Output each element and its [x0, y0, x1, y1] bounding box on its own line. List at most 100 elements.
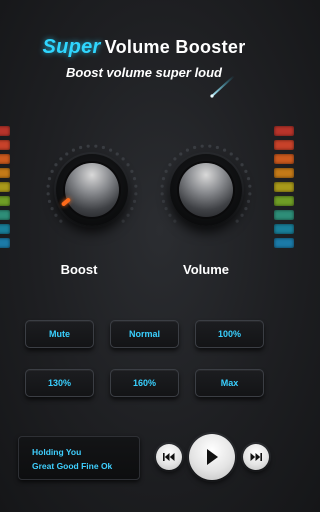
- knob-tick: [126, 163, 130, 167]
- knob-tick: [164, 169, 168, 174]
- knob-tick: [54, 163, 58, 167]
- knob-tick: [59, 157, 63, 161]
- meter-segment: [0, 182, 10, 192]
- knob-tick: [240, 213, 244, 217]
- knob-tick: [71, 148, 76, 152]
- knob-tick: [248, 192, 252, 196]
- knob-tick: [79, 145, 83, 150]
- knob-tick: [50, 206, 54, 211]
- knob-tick: [246, 177, 251, 181]
- meter-segment: [274, 168, 294, 178]
- app-title-rest: Volume Booster: [104, 37, 246, 57]
- knob-tick: [115, 152, 119, 156]
- preset-max-button[interactable]: Max: [195, 369, 264, 397]
- meter-segment: [274, 140, 294, 150]
- knob-tick: [121, 219, 125, 223]
- app-title: Super Volume Booster: [0, 36, 288, 59]
- knob-tick: [185, 148, 190, 152]
- meter-segment: [0, 168, 10, 178]
- knob-tick: [134, 184, 138, 188]
- knob-tick: [50, 169, 54, 174]
- right-level-meter: [274, 126, 294, 252]
- knob-tick: [132, 177, 137, 181]
- knob-tick: [121, 157, 125, 161]
- knob-tick: [101, 145, 105, 150]
- preset-130-button[interactable]: 130%: [25, 369, 94, 397]
- meter-segment: [0, 196, 10, 206]
- knob-tick: [246, 199, 251, 203]
- knob-tick: [160, 184, 164, 188]
- volume-knob-base: [170, 154, 242, 226]
- preset-100-button[interactable]: 100%: [195, 320, 264, 348]
- knob-tick: [173, 219, 177, 223]
- app-subtitle: Boost volume super loud: [65, 65, 222, 80]
- knob-tick: [86, 144, 90, 148]
- knob-tick: [235, 219, 239, 223]
- preset-mute-button[interactable]: Mute: [25, 320, 94, 348]
- meter-segment: [0, 140, 10, 150]
- meter-segment: [274, 126, 294, 136]
- knob-tick: [160, 192, 164, 196]
- volume-knob-cap: [179, 163, 233, 217]
- knob-tick: [208, 144, 212, 148]
- knob-tick: [193, 145, 197, 150]
- knob-tick: [244, 169, 248, 174]
- knob-tick: [47, 199, 52, 203]
- knob-tick: [173, 157, 177, 161]
- preset-160-button[interactable]: 160%: [110, 369, 179, 397]
- knob-tick: [168, 163, 172, 167]
- meter-segment: [0, 210, 10, 220]
- knob-tick: [164, 206, 168, 211]
- knob-tick: [54, 213, 58, 217]
- app-title-accent: Super: [42, 36, 101, 58]
- knob-tick: [46, 192, 50, 196]
- knob-tick: [168, 213, 172, 217]
- next-track-icon: [250, 453, 262, 461]
- knob-tick: [94, 144, 98, 148]
- boost-knob-base: [56, 154, 128, 226]
- volume-label: Volume: [183, 262, 229, 277]
- app-header: Super Volume Booster Boost volume super l…: [0, 36, 288, 80]
- knob-tick: [248, 184, 252, 188]
- knob-tick: [59, 219, 63, 223]
- meter-segment: [274, 238, 294, 248]
- knob-tick: [134, 192, 138, 196]
- knob-tick: [179, 152, 183, 156]
- knob-tick: [200, 144, 204, 148]
- track-artist: Great Good Fine Ok: [32, 461, 113, 471]
- previous-button[interactable]: [156, 444, 182, 470]
- preset-normal-button[interactable]: Normal: [110, 320, 179, 348]
- meter-segment: [0, 238, 10, 248]
- left-level-meter: [0, 126, 10, 252]
- meter-segment: [274, 182, 294, 192]
- knob-tick: [126, 213, 130, 217]
- previous-track-icon: [163, 453, 175, 461]
- knob-tick: [229, 152, 233, 156]
- meter-segment: [274, 196, 294, 206]
- knob-tick: [130, 169, 134, 174]
- play-icon: [207, 449, 218, 465]
- knob-tick: [161, 177, 166, 181]
- meter-segment: [274, 210, 294, 220]
- knob-tick: [108, 148, 113, 152]
- knob-tick: [235, 157, 239, 161]
- comet-icon: [210, 75, 235, 98]
- knob-tick: [130, 206, 134, 211]
- meter-segment: [274, 154, 294, 164]
- boost-knob[interactable]: [44, 142, 140, 238]
- meter-segment: [274, 224, 294, 234]
- knob-tick: [65, 152, 69, 156]
- knob-tick: [240, 163, 244, 167]
- play-button[interactable]: [189, 434, 235, 480]
- now-playing-panel[interactable]: Holding You Great Good Fine Ok: [18, 436, 140, 480]
- track-title: Holding You: [32, 447, 82, 457]
- next-button[interactable]: [243, 444, 269, 470]
- knob-tick: [244, 206, 248, 211]
- meter-segment: [0, 224, 10, 234]
- knob-tick: [47, 177, 52, 181]
- volume-knob[interactable]: [158, 142, 254, 238]
- meter-segment: [0, 154, 10, 164]
- knob-tick: [132, 199, 137, 203]
- knob-tick: [46, 184, 50, 188]
- knob-tick: [161, 199, 166, 203]
